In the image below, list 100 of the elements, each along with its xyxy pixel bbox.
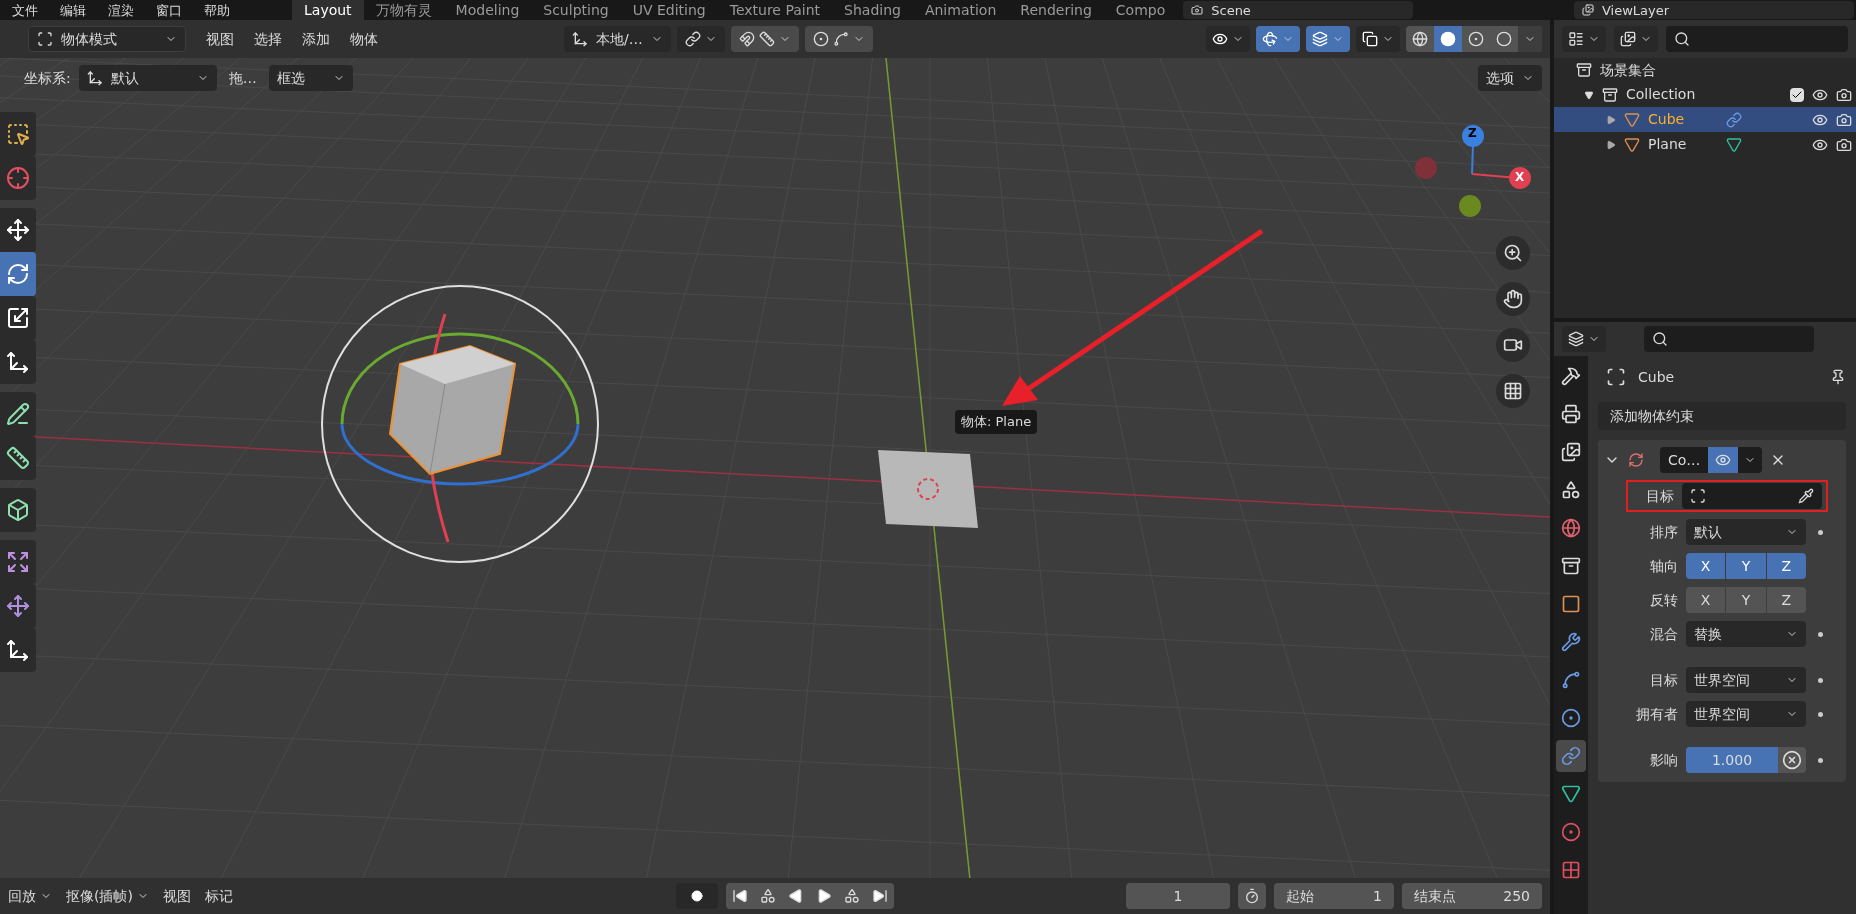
influence-slider[interactable]: 1.000 [1686,747,1778,773]
menu-item[interactable]: 渲染 [108,3,134,17]
property-dropdown[interactable]: 世界空间 [1686,667,1806,693]
play-reverse-icon [788,888,804,904]
disable-keep-button[interactable] [1778,747,1806,773]
workspace-tab[interactable]: Modeling [443,0,532,20]
select-mode-dropdown[interactable]: 框选 [268,65,353,91]
workspace-tab[interactable]: 万物有灵 [363,0,444,20]
outliner-item[interactable]: Collection [1626,84,1782,105]
zoom-button[interactable] [1496,236,1530,270]
tool-button[interactable] [0,296,36,340]
link-icon [1561,746,1581,766]
record-button[interactable] [676,883,718,909]
view-layer-field[interactable]: ViewLayer [1574,1,1854,19]
current-frame-field[interactable]: 1 [1126,883,1230,909]
header-toggle[interactable] [1356,26,1400,52]
property-dropdown[interactable]: 世界空间 [1686,701,1806,727]
header-toggle[interactable] [1306,26,1350,52]
axis-toggle[interactable]: X [1686,587,1726,613]
menu-item[interactable]: 物体 [350,28,378,50]
shading-mode-button[interactable] [1434,26,1462,52]
outliner-icon [1568,31,1584,47]
header-toggle[interactable] [1206,26,1250,52]
workspace-tab[interactable]: Rendering [1008,0,1104,20]
menu-item[interactable]: 文件 [12,3,38,17]
end-frame-field[interactable]: 结束点 250 [1402,883,1542,909]
header-toggle[interactable] [1256,26,1300,52]
start-frame-field[interactable]: 起始 1 [1274,883,1394,909]
expand-arrow-icon[interactable] [1584,89,1594,100]
orientation-dropdown[interactable]: 本地/… [564,26,671,52]
snap-dropdown[interactable] [730,26,799,52]
camera-icon [1836,86,1852,103]
stopwatch-icon [1244,888,1260,904]
perspective-toggle-button[interactable] [1496,374,1530,408]
add-constraint-dropdown[interactable]: 添加物体约束 [1598,402,1846,430]
timeline-menu[interactable]: 标记 [204,885,233,907]
pan-button[interactable] [1496,282,1530,316]
mode-dropdown[interactable]: 物体模式 [28,26,186,52]
menu-item[interactable]: 帮助 [204,3,230,17]
outliner-item[interactable]: Cube [1648,109,1718,130]
tool-button[interactable] [0,112,36,156]
filter-dropdown[interactable] [1614,26,1658,52]
tool-button[interactable] [0,628,36,672]
tool-button[interactable] [0,540,36,584]
menu-item[interactable]: 选择 [254,28,282,50]
tool-button[interactable] [0,436,36,480]
workspace-tab[interactable]: Texture Paint [717,0,833,20]
drag-dropdown[interactable]: 拖… [224,67,261,89]
search-field[interactable] [1666,26,1848,52]
menu-item[interactable]: 窗口 [156,3,182,17]
proportional-edit-dropdown[interactable] [804,26,873,52]
workspace-tab[interactable]: Compo [1103,0,1178,20]
axis-toggle[interactable]: Y [1726,553,1766,579]
enable-toggle[interactable] [1708,447,1739,473]
outliner-root-label[interactable]: 场景集合 [1600,59,1656,81]
scene-field[interactable]: Scene [1183,1,1414,19]
editor-type-dropdown[interactable] [1562,326,1606,352]
axis-toggle[interactable]: Z [1766,587,1806,613]
coordinate-dropdown[interactable]: 默认 [78,65,217,91]
target-field[interactable] [1682,483,1822,509]
property-label: 拥有者 [1635,704,1678,724]
timeline-menu[interactable]: 回放 [8,885,52,907]
options-dropdown[interactable]: 选项 [1478,65,1542,91]
display-mode-dropdown[interactable] [1562,26,1606,52]
axis-toggle[interactable]: Y [1726,587,1766,613]
property-dropdown[interactable]: 默认 [1686,519,1806,545]
tool-button[interactable] [0,488,36,532]
menu-item[interactable]: 编辑 [60,3,86,17]
property-dropdown[interactable]: 替换 [1686,621,1806,647]
axis-label: X [1515,171,1525,183]
workspace-tab[interactable]: Layout [292,0,364,20]
workspace-tab[interactable]: Shading [832,0,913,20]
workspace-tab[interactable]: Sculpting [531,0,621,20]
property-label: 轴向 [1649,556,1678,576]
expand-arrow-icon[interactable] [1606,139,1616,150]
tool-button[interactable] [0,208,36,252]
tool-button[interactable] [0,340,36,384]
pivot-dropdown[interactable] [676,26,725,52]
wireframe-sphere-icon [1412,31,1428,47]
axis-toggle[interactable]: Z [1766,553,1806,579]
falloff-icon [832,31,849,47]
search-field[interactable] [1644,326,1814,352]
outliner-item[interactable]: Plane [1648,134,1718,155]
workspace-tab[interactable]: UV Editing [620,0,718,20]
zoom-icon [1503,243,1523,263]
preview-range-button[interactable] [1238,883,1266,909]
menu-item[interactable]: 添加 [302,28,330,50]
menu-item[interactable]: 视图 [206,28,234,50]
workspace-tab[interactable]: Animation [912,0,1009,20]
object-icon [1690,488,1706,504]
timeline-menu[interactable]: 抠像(插帧) [66,885,149,907]
play-icon [816,888,832,904]
camera-view-button[interactable] [1496,328,1530,362]
timeline-menu[interactable]: 视图 [162,885,191,907]
checkbox[interactable] [1790,87,1804,102]
axis-toggle[interactable]: X [1686,553,1726,579]
rendered-sphere-icon [1496,31,1512,47]
tool-button[interactable] [0,392,36,436]
select-box-icon [6,122,30,146]
pin-icon[interactable] [1830,369,1846,385]
